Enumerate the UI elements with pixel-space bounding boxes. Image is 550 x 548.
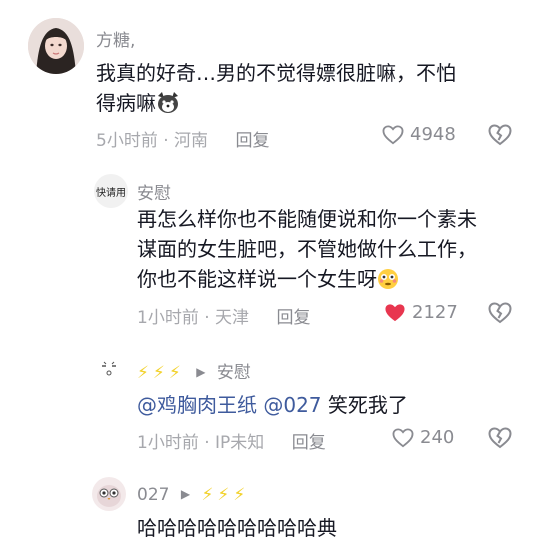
lightning-icons[interactable]: ⚡⚡⚡: [202, 485, 250, 505]
comment-username[interactable]: 安慰: [137, 179, 171, 204]
like-count: 2127: [412, 302, 458, 323]
comment-text-line-2: 得病嘛: [96, 88, 180, 122]
comment-username-row: ⚡⚡⚡ ▶ 安慰: [137, 358, 251, 383]
comment-username[interactable]: 027: [137, 485, 169, 505]
comment-meta: 1小时前 · 天津 回复: [137, 303, 310, 328]
reply-button[interactable]: 回复: [292, 433, 326, 453]
flushed-face-emoji-icon: [377, 268, 399, 298]
like-button[interactable]: 4948: [382, 124, 456, 145]
dog-emoji-icon: [156, 92, 180, 122]
like-button[interactable]: 2127: [384, 302, 458, 323]
comment-thread: { "comments": [ { "username": "方糖,", "li…: [0, 0, 550, 548]
reply-button[interactable]: 回复: [235, 131, 269, 151]
comment-time: 5小时前: [96, 131, 158, 151]
like-count: 240: [420, 427, 455, 448]
avatar-text: 快请用: [96, 187, 126, 199]
comment-1: 方糖, 我真的好奇…男的不觉得嫖很脏嘛，不怕 得病嘛 5小时前 · 河南 回复 …: [0, 0, 550, 160]
like-count: 4948: [410, 124, 456, 145]
comment-location: 河南: [174, 131, 209, 151]
comment-location: IP未知: [215, 433, 265, 453]
reply-arrow-icon: ▶: [196, 365, 206, 379]
comment-2: 快请用 安慰 再怎么样你也不能随便说和你一个素未 谋面的女生脏吧，不管她做什么工…: [0, 160, 550, 340]
comment-text: @鸡胸肉王纸 @027 笑死我了: [137, 390, 408, 420]
comment-text-content: 笑死我了: [327, 393, 408, 417]
meta-separator: ·: [204, 433, 216, 453]
like-button[interactable]: 240: [392, 427, 454, 448]
broken-heart-icon: [488, 124, 512, 146]
avatar[interactable]: 快请用: [94, 174, 128, 208]
comment-time: 1小时前: [137, 433, 199, 453]
comment-text-line-2: 谋面的女生脏吧，不管她做什么工作，: [137, 237, 477, 261]
reply-button[interactable]: 回复: [276, 308, 310, 328]
sketch-face-icon: [102, 361, 116, 376]
dislike-button[interactable]: [488, 302, 512, 328]
comment-meta: 5小时前 · 河南 回复: [96, 126, 269, 151]
avatar[interactable]: [94, 354, 124, 384]
comment-text-line-1: 我真的好奇…男的不觉得嫖很脏嘛，不怕: [96, 61, 456, 85]
meta-separator: ·: [163, 131, 175, 151]
reply-to-username[interactable]: 安慰: [217, 363, 251, 383]
comment-meta: 1小时前 · IP未知 回复: [137, 428, 326, 453]
avatar[interactable]: [92, 477, 126, 511]
avatar[interactable]: [28, 18, 84, 74]
heart-filled-icon: [385, 303, 405, 321]
comment-4: 027 ▶ ⚡⚡⚡ 哈哈哈哈哈哈哈哈哈典: [0, 465, 550, 548]
reply-arrow-icon: ▶: [180, 487, 191, 501]
heart-outline-icon: [382, 124, 404, 144]
comment-username[interactable]: 方糖,: [96, 26, 135, 51]
dislike-button[interactable]: [488, 124, 512, 150]
comment-time: 1小时前: [137, 308, 199, 328]
heart-outline-icon: [392, 427, 414, 447]
comment-3: ⚡⚡⚡ ▶ 安慰 @鸡胸肉王纸 @027 笑死我了 1小时前 · IP未知 回复…: [0, 340, 550, 465]
user-avatar-image: [28, 18, 84, 74]
comment-location: 天津: [215, 308, 250, 328]
comment-text-line-1: 再怎么样你也不能随便说和你一个素未: [137, 207, 477, 231]
broken-heart-icon: [488, 427, 512, 449]
broken-heart-icon: [488, 302, 512, 324]
comment-text-line-3-content: 你也不能这样说一个女生呀: [137, 267, 377, 291]
mention-link[interactable]: @027: [263, 393, 321, 417]
comment-username-row: 027 ▶ ⚡⚡⚡: [137, 485, 249, 505]
comment-text-line-3: 你也不能这样说一个女生呀: [137, 264, 399, 298]
mention-link[interactable]: @鸡胸肉王纸: [137, 393, 257, 417]
comment-text-line-2-content: 得病嘛: [96, 91, 156, 115]
dislike-button[interactable]: [488, 427, 512, 453]
meta-separator: ·: [204, 308, 216, 328]
owl-avatar-icon: [97, 485, 121, 507]
lightning-icons[interactable]: ⚡⚡⚡: [137, 363, 185, 383]
comment-text: 哈哈哈哈哈哈哈哈哈典: [137, 516, 337, 540]
